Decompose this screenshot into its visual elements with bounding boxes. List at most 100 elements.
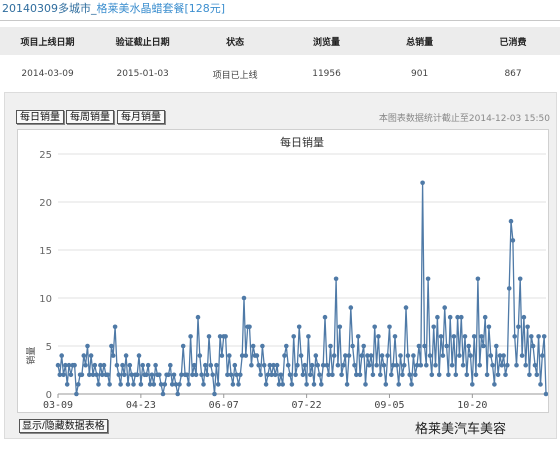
header-views: 浏览量 (279, 27, 374, 55)
data-point (61, 372, 66, 378)
data-point (341, 362, 346, 368)
data-point (160, 391, 166, 397)
header-status: 状态 (190, 27, 280, 55)
data-point (247, 324, 252, 330)
data-point (431, 324, 437, 330)
data-point (330, 372, 335, 378)
data-point (219, 353, 225, 358)
data-point (228, 372, 234, 378)
data-point (74, 391, 79, 397)
data-point (243, 353, 249, 358)
data-point (411, 353, 416, 358)
title-name[interactable]: 格莱美水晶蜡套餐 (97, 2, 185, 15)
chart-title: 每日销量 (280, 135, 324, 149)
data-point (171, 372, 177, 378)
data-point (110, 353, 116, 358)
data-point (538, 382, 543, 387)
data-point (94, 372, 99, 378)
data-point (302, 362, 308, 368)
data-point (122, 372, 127, 378)
data-point (495, 372, 501, 378)
x-tick-label: 04-23 (126, 400, 156, 411)
tab-weekly-sales[interactable]: 每周销量 (66, 110, 114, 124)
title-code: 20140309 (2, 2, 58, 15)
data-point (440, 353, 446, 358)
data-point (499, 362, 505, 368)
data-point (199, 372, 204, 378)
data-point (254, 353, 260, 358)
data-point (300, 372, 306, 378)
y-tick-label: 20 (39, 198, 52, 209)
header-consumed: 已消费 (466, 27, 560, 55)
data-point (315, 362, 321, 368)
data-point (416, 343, 422, 349)
data-point (484, 372, 490, 378)
data-point (223, 334, 228, 339)
data-point (481, 343, 486, 349)
watermark: 格莱美汽车美容 (415, 422, 507, 437)
data-point (188, 334, 193, 339)
data-point (363, 382, 368, 387)
data-point (260, 343, 265, 349)
data-point (488, 353, 494, 358)
data-point (298, 353, 304, 358)
data-point (313, 353, 319, 358)
data-point (59, 353, 64, 358)
title-price: [128元] (184, 2, 226, 15)
x-tick-label: 06-07 (209, 400, 239, 411)
data-point (451, 334, 457, 339)
cell-expiry-date: 2015-01-03 (116, 69, 169, 79)
data-point (346, 353, 352, 358)
header-expiry-date: 验证截止日期 (95, 27, 191, 55)
data-point (328, 343, 333, 349)
data-point (168, 362, 173, 368)
data-point (508, 218, 514, 224)
data-point (420, 180, 425, 186)
data-cutoff-note: 本图表数据统计截止至2014-12-03 15:50 (378, 114, 550, 124)
data-point (83, 362, 88, 368)
project-info-table: 项目上线日期 验证截止日期 状态 浏览量 总销量 已消费 2014-03-09 … (0, 27, 560, 93)
data-point (79, 372, 85, 378)
data-point (278, 372, 284, 378)
data-point (85, 343, 90, 349)
data-point (394, 362, 400, 368)
data-point (112, 324, 118, 330)
data-point (492, 382, 497, 387)
data-point (523, 362, 528, 368)
data-point (324, 362, 330, 368)
data-point (514, 362, 519, 368)
data-point (140, 362, 145, 368)
data-point (413, 372, 418, 378)
data-point (468, 353, 473, 358)
tab-daily-sales[interactable]: 每日销量 (16, 110, 64, 124)
data-point (162, 382, 168, 387)
data-point (204, 372, 210, 378)
data-point (400, 372, 405, 378)
data-point (131, 382, 136, 387)
data-point (105, 372, 110, 378)
data-point (355, 334, 361, 339)
data-point (125, 382, 131, 387)
data-point (120, 362, 125, 368)
data-point (107, 382, 112, 387)
data-point (55, 362, 61, 368)
data-point (291, 334, 297, 339)
data-point (512, 334, 517, 339)
data-point (350, 343, 355, 349)
data-point (123, 353, 129, 358)
sales-chart-panel: 每日销量 每周销量 每月销量 本图表数据统计截止至2014-12-03 15:5… (4, 92, 557, 439)
data-point (464, 372, 470, 378)
data-point (366, 362, 372, 368)
toggle-data-table-button[interactable]: 显示/隐藏数据表格 (19, 419, 108, 433)
data-point (166, 372, 171, 378)
data-point (486, 324, 492, 330)
data-point (527, 372, 532, 378)
data-point (127, 362, 133, 368)
y-tick-label: 25 (39, 150, 52, 161)
daily-sales-chart: 每日销量0510152025销量03-09 04-23 06-07 07-22 09-0… (25, 135, 549, 411)
tab-monthly-sales[interactable]: 每月销量 (117, 110, 165, 124)
x-tick-label: 03-09 (43, 400, 73, 411)
data-point (210, 372, 215, 378)
data-point (436, 372, 442, 378)
data-point (376, 334, 381, 339)
